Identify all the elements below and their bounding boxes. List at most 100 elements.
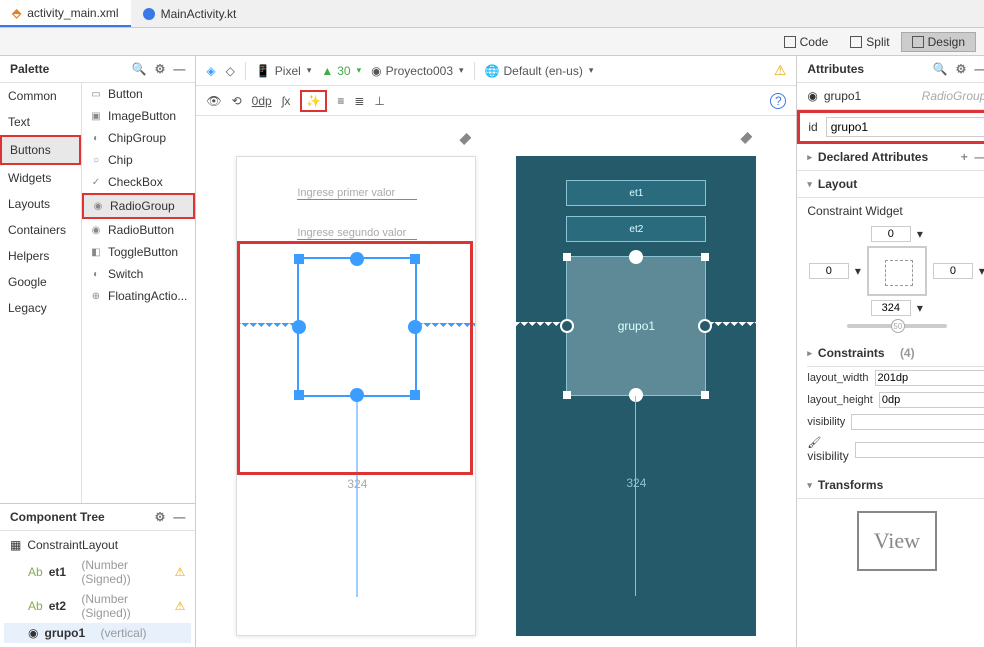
layout-icon: ▦ (10, 538, 21, 552)
bp-grupo1[interactable]: grupo1 (566, 256, 706, 396)
selected-type: RadioGroup (922, 89, 984, 103)
tree-et2[interactable]: Ab et2 (Number (Signed)) ⚠ (4, 589, 191, 623)
view-placeholder: View (857, 511, 937, 571)
orientation-icon[interactable]: ◇ (226, 64, 235, 78)
tools-visibility-input[interactable] (855, 442, 984, 458)
tab-main-activity[interactable]: MainActivity.kt (131, 0, 249, 27)
declared-section: ▸ Declared Attributes + — (797, 144, 984, 171)
locale-select[interactable]: 🌐 Default (en-us) (485, 64, 594, 78)
attributes-header: Attributes 🔍 ⚙ — (797, 56, 984, 83)
align2-icon[interactable]: ≣ (354, 94, 364, 108)
help-icon[interactable]: ? (770, 93, 786, 109)
id-input[interactable] (826, 117, 984, 137)
layout-width-input[interactable] (875, 370, 984, 386)
constraint-right (419, 323, 475, 331)
surface-icon[interactable]: ◈ (206, 64, 215, 78)
chevron-down-icon[interactable]: ▾ (807, 179, 812, 190)
blueprint-surface[interactable]: et1 et2 grupo1 324 (516, 156, 756, 636)
gear-icon[interactable]: ⚙ (956, 62, 967, 76)
cw-right[interactable] (933, 263, 973, 279)
layout-section: ▾ Layout (797, 171, 984, 198)
comp-imagebutton[interactable]: ▣ImageButton (82, 105, 195, 127)
comp-chipgroup[interactable]: ◐ChipGroup (82, 127, 195, 149)
id-row: id (797, 110, 984, 144)
radiogroup-icon: ◉ (28, 626, 38, 640)
constraint-widget-label: Constraint Widget (807, 204, 984, 218)
wrench-icon[interactable] (459, 133, 471, 145)
constraint-widget[interactable]: ▾ ▾ ▾ ▾ 50 (807, 226, 984, 332)
input-et1: Ingrese primer valor (297, 187, 417, 200)
layout-height-input[interactable] (879, 392, 984, 408)
bias-slider[interactable]: 50 (847, 324, 947, 328)
comp-radiobutton[interactable]: ◉RadioButton (82, 219, 195, 241)
tree-root[interactable]: ▦ ConstraintLayout (4, 535, 191, 555)
comp-checkbox[interactable]: ✓CheckBox (82, 171, 195, 193)
comp-fab[interactable]: ⊕FloatingActio... (82, 285, 195, 307)
design-surface[interactable]: Ingrese primer valor Ingrese segundo val… (236, 156, 476, 636)
collapse-icon[interactable]: — (974, 62, 984, 76)
cat-layouts[interactable]: Layouts (0, 191, 81, 217)
tree-header: Component Tree ⚙ — (0, 504, 195, 531)
cat-common[interactable]: Common (0, 83, 81, 109)
search-icon[interactable]: 🔍 (933, 62, 948, 76)
kotlin-icon (143, 8, 155, 20)
category-list: Common Text Buttons Widgets Layouts Cont… (0, 83, 82, 503)
warning-icon[interactable]: ⚠ (774, 62, 787, 79)
align-icon[interactable]: ≡ (337, 94, 344, 108)
comp-chip[interactable]: ○Chip (82, 149, 195, 171)
connect-icon[interactable]: ʃx (282, 94, 291, 108)
view-mode-bar: Code Split Design (0, 28, 984, 56)
tab-activity-main[interactable]: ⬘ activity_main.xml (0, 0, 131, 27)
measure-label-bp: 324 (626, 476, 646, 490)
file-tabs: ⬘ activity_main.xml MainActivity.kt (0, 0, 984, 28)
cat-helpers[interactable]: Helpers (0, 243, 81, 269)
comp-switch[interactable]: ◐Switch (82, 263, 195, 285)
comp-radiogroup[interactable]: ◉RadioGroup (82, 193, 195, 219)
bp-et1: et1 (566, 180, 706, 206)
tree-et1[interactable]: Ab et1 (Number (Signed)) ⚠ (4, 555, 191, 589)
guideline-icon[interactable]: ⊥ (374, 94, 384, 108)
magic-wand-icon[interactable]: ✨ (300, 90, 327, 112)
wrench-icon[interactable] (740, 132, 752, 144)
chevron-right-icon[interactable]: ▸ (807, 152, 812, 163)
measure-label: 324 (347, 477, 367, 491)
search-icon[interactable]: 🔍 (132, 62, 147, 76)
tab-label: MainActivity.kt (161, 7, 237, 21)
cw-left[interactable] (809, 263, 849, 279)
visibility-input[interactable] (851, 414, 984, 430)
cw-width[interactable] (871, 300, 911, 316)
warning-icon: ⚠ (175, 565, 186, 579)
cat-containers[interactable]: Containers (0, 217, 81, 243)
margin-select[interactable]: 0dp (252, 94, 272, 108)
view-split-button[interactable]: Split (839, 32, 900, 52)
text-icon: Ab (28, 599, 43, 613)
add-icon[interactable]: + — (961, 150, 984, 164)
chevron-down-icon[interactable]: ▾ (807, 480, 812, 491)
cat-google[interactable]: Google (0, 269, 81, 295)
gear-icon[interactable]: ⚙ (155, 62, 166, 76)
api-select[interactable]: ▲ 30 (321, 64, 361, 78)
xml-icon: ⬘ (12, 6, 21, 20)
view-design-button[interactable]: Design (901, 32, 976, 52)
cat-text[interactable]: Text (0, 109, 81, 135)
device-select[interactable]: 📱 Pixel (256, 64, 312, 78)
eye-icon[interactable]: 👁 (206, 94, 221, 108)
landscape-icon[interactable]: ⟲ (232, 94, 242, 108)
theme-select[interactable]: ◉ Proyecto003 (371, 64, 463, 78)
constraint-left (237, 323, 293, 331)
component-list: ▭Button ▣ImageButton ◐ChipGroup ○Chip ✓C… (82, 83, 195, 503)
selected-radiogroup[interactable] (297, 257, 417, 397)
cw-top[interactable] (871, 226, 911, 242)
comp-button[interactable]: ▭Button (82, 83, 195, 105)
collapse-icon[interactable]: — (173, 62, 185, 76)
tree-grupo1[interactable]: ◉ grupo1 (vertical) (4, 623, 191, 643)
collapse-icon[interactable]: — (173, 510, 185, 524)
comp-togglebutton[interactable]: ◧ToggleButton (82, 241, 195, 263)
cat-buttons[interactable]: Buttons (0, 135, 81, 165)
transforms-section: ▾ Transforms (797, 472, 984, 499)
palette-header: Palette 🔍 ⚙ — (0, 56, 195, 83)
gear-icon[interactable]: ⚙ (155, 510, 166, 524)
cat-widgets[interactable]: Widgets (0, 165, 81, 191)
view-code-button[interactable]: Code (773, 32, 840, 52)
cat-legacy[interactable]: Legacy (0, 295, 81, 321)
